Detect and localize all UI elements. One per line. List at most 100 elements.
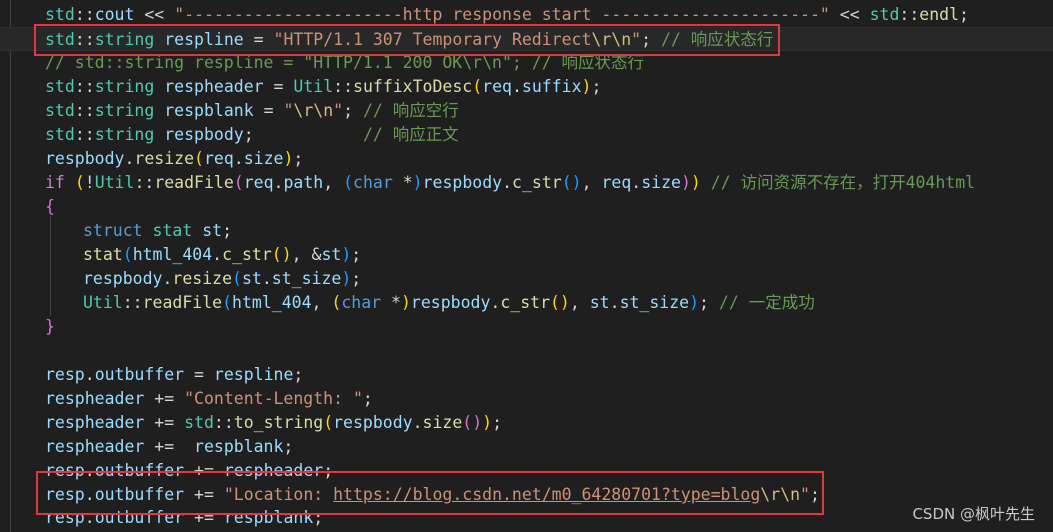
- code-line-content-length[interactable]: respheader += "Content-Length: ";: [0, 387, 1053, 411]
- token: ): [680, 173, 691, 192]
- token: ): [341, 245, 352, 264]
- token: outbuffer: [94, 365, 185, 384]
- token: "----------------------http response sta…: [174, 5, 830, 24]
- token: resp: [45, 485, 85, 504]
- token: ,: [569, 293, 590, 312]
- code-line-open-brace[interactable]: {: [0, 195, 1053, 219]
- code-editor[interactable]: std::cout << "----------------------http…: [0, 0, 1053, 532]
- code-line-stat-call[interactable]: stat(html_404.c_str(), &st);: [0, 243, 1053, 267]
- location-link[interactable]: https://blog.csdn.net/m0_64280701?type=b…: [333, 485, 760, 504]
- token: , &: [291, 245, 322, 264]
- token: respblank: [164, 101, 254, 120]
- token: !: [84, 173, 95, 192]
- token: outbuffer: [94, 508, 185, 527]
- token: ): [689, 293, 700, 312]
- token: (: [233, 173, 244, 192]
- token: =: [243, 30, 274, 49]
- token: ::: [74, 125, 95, 144]
- code-line-respline[interactable]: std::string respline = "HTTP/1.1 307 Tem…: [0, 27, 1053, 51]
- token: ): [690, 173, 701, 192]
- token: (: [194, 149, 204, 168]
- token: ::: [899, 5, 920, 24]
- token: readFile: [142, 293, 223, 312]
- code-line-comment-old-status[interactable]: // std::string respline = "HTTP/1.1 200 …: [0, 51, 1053, 75]
- code-line-resize-st[interactable]: respbody.resize(st.st_size);: [0, 267, 1053, 291]
- code-line-append-header[interactable]: resp.outbuffer += respheader;: [0, 459, 1053, 483]
- token: .: [502, 173, 513, 192]
- token: size: [243, 149, 284, 168]
- token: ,: [311, 293, 332, 312]
- token: ;: [313, 508, 324, 527]
- token: endl: [919, 5, 960, 24]
- token: ::: [213, 413, 234, 432]
- token: html_404: [232, 293, 312, 312]
- token: ;: [351, 269, 362, 288]
- code-line-append-blank[interactable]: respheader += respblank;: [0, 435, 1053, 459]
- token: respheader: [45, 389, 145, 408]
- token: (: [331, 293, 342, 312]
- token: size: [422, 413, 463, 432]
- token: ::: [74, 30, 95, 49]
- token: (: [222, 293, 233, 312]
- token: ;: [343, 101, 363, 120]
- token: ;: [351, 245, 362, 264]
- token: req: [203, 149, 234, 168]
- token: "HTTP/1.1 307 Temporary Redirect: [273, 30, 592, 49]
- token: resize: [172, 269, 233, 288]
- token: path: [283, 173, 324, 192]
- token: ;: [492, 413, 503, 432]
- token: resp: [45, 461, 85, 480]
- code-line-append-respblank[interactable]: resp.outbuffer += respblank;: [0, 506, 1053, 530]
- code-line-cout[interactable]: std::cout << "----------------------http…: [0, 3, 1053, 27]
- token: std: [45, 5, 75, 24]
- code-line-readfile-404[interactable]: Util::readFile(html_404, (char *)respbod…: [0, 291, 1053, 315]
- token: ": [283, 101, 294, 120]
- token: ::: [134, 173, 155, 192]
- token: respbody: [45, 149, 125, 168]
- token: .: [84, 508, 95, 527]
- code-line-outbuffer-assign[interactable]: resp.outbuffer = respline;: [0, 363, 1053, 387]
- token: ): [581, 77, 592, 96]
- token: +=: [144, 389, 185, 408]
- token: .: [212, 245, 223, 264]
- token: *: [392, 173, 413, 192]
- token: =: [184, 365, 214, 384]
- code-line-respheader[interactable]: std::string respheader = Util::suffixToD…: [0, 75, 1053, 99]
- code-line-respblank[interactable]: std::string respblank = "\r\n"; // 响应空行: [0, 99, 1053, 123]
- code-line-respbody-decl[interactable]: std::string respbody; // 响应正文: [0, 123, 1053, 147]
- token: ;: [243, 125, 363, 144]
- code-line-respbody-resize[interactable]: respbody.resize(req.size);: [0, 147, 1053, 171]
- token: req: [601, 173, 632, 192]
- code-line-if-readfile[interactable]: if (!Util::readFile(req.path, (char *)re…: [0, 171, 1053, 195]
- token: stat: [83, 245, 123, 264]
- token: respbody: [164, 125, 244, 144]
- token: ;: [809, 485, 820, 504]
- token: .: [162, 269, 173, 288]
- token: ;: [222, 221, 233, 240]
- token: req: [243, 173, 274, 192]
- token: *: [381, 293, 401, 312]
- token: ::: [333, 77, 354, 96]
- code-line-close-brace[interactable]: }: [0, 315, 1053, 339]
- token: // std::string respline = "HTTP/1.1 200 …: [45, 53, 645, 72]
- token: (): [271, 245, 292, 264]
- token: char: [353, 173, 393, 192]
- token: st: [589, 293, 610, 312]
- token: ;: [293, 365, 304, 384]
- code-line-to-string[interactable]: respheader += std::to_string(respbody.si…: [0, 411, 1053, 435]
- token: \r\n: [760, 485, 801, 504]
- token: =: [263, 77, 294, 96]
- token: // 响应状态行: [660, 30, 774, 49]
- token: (): [550, 293, 570, 312]
- token: html_404: [132, 245, 213, 264]
- token: outbuffer: [94, 485, 185, 504]
- token: .: [124, 149, 135, 168]
- code-line-location[interactable]: resp.outbuffer += "Location: https://blo…: [0, 483, 1053, 507]
- code-line-struct-stat[interactable]: struct stat st;: [0, 219, 1053, 243]
- token: (): [561, 173, 582, 192]
- token: readFile: [154, 173, 234, 192]
